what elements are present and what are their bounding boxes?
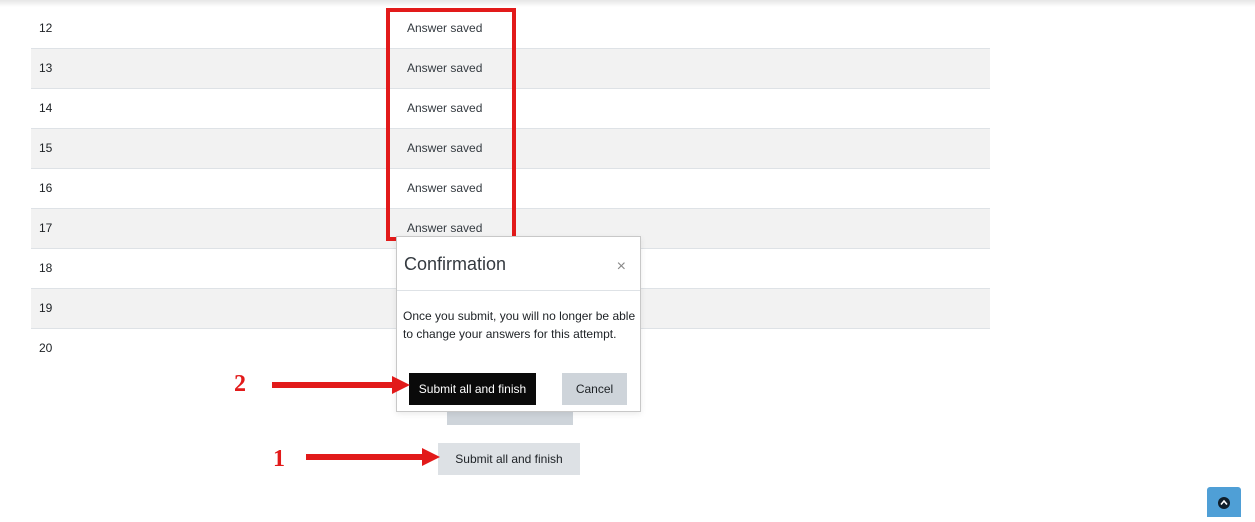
dialog-header: Confirmation ×: [397, 237, 640, 291]
question-number: 13: [39, 61, 53, 75]
dialog-message: Once you submit, you will no longer be a…: [403, 309, 636, 341]
dialog-submit-button[interactable]: Submit all and finish: [409, 373, 536, 405]
chevron-up-icon: [1218, 497, 1230, 509]
header-divider: [0, 0, 1255, 7]
confirmation-dialog: Confirmation × Once you submit, you will…: [396, 236, 641, 412]
submit-all-and-finish-button[interactable]: Submit all and finish: [438, 443, 580, 475]
step-1-arrow-icon: [306, 448, 440, 466]
question-number: 19: [39, 301, 53, 315]
step-2-arrow-icon: [272, 376, 410, 394]
scroll-to-top-button[interactable]: [1207, 487, 1241, 517]
status-highlight-box: [386, 8, 516, 241]
question-number: 14: [39, 101, 53, 115]
question-number: 20: [39, 341, 53, 355]
close-icon[interactable]: ×: [617, 258, 626, 276]
question-number: 15: [39, 141, 53, 155]
dialog-cancel-button[interactable]: Cancel: [562, 373, 627, 405]
question-number: 17: [39, 221, 53, 235]
question-number: 16: [39, 181, 53, 195]
question-number: 12: [39, 21, 53, 35]
step-1-label: 1: [273, 446, 285, 472]
step-2-label: 2: [234, 371, 246, 397]
dialog-title: Confirmation: [404, 254, 507, 274]
question-number: 18: [39, 261, 53, 275]
